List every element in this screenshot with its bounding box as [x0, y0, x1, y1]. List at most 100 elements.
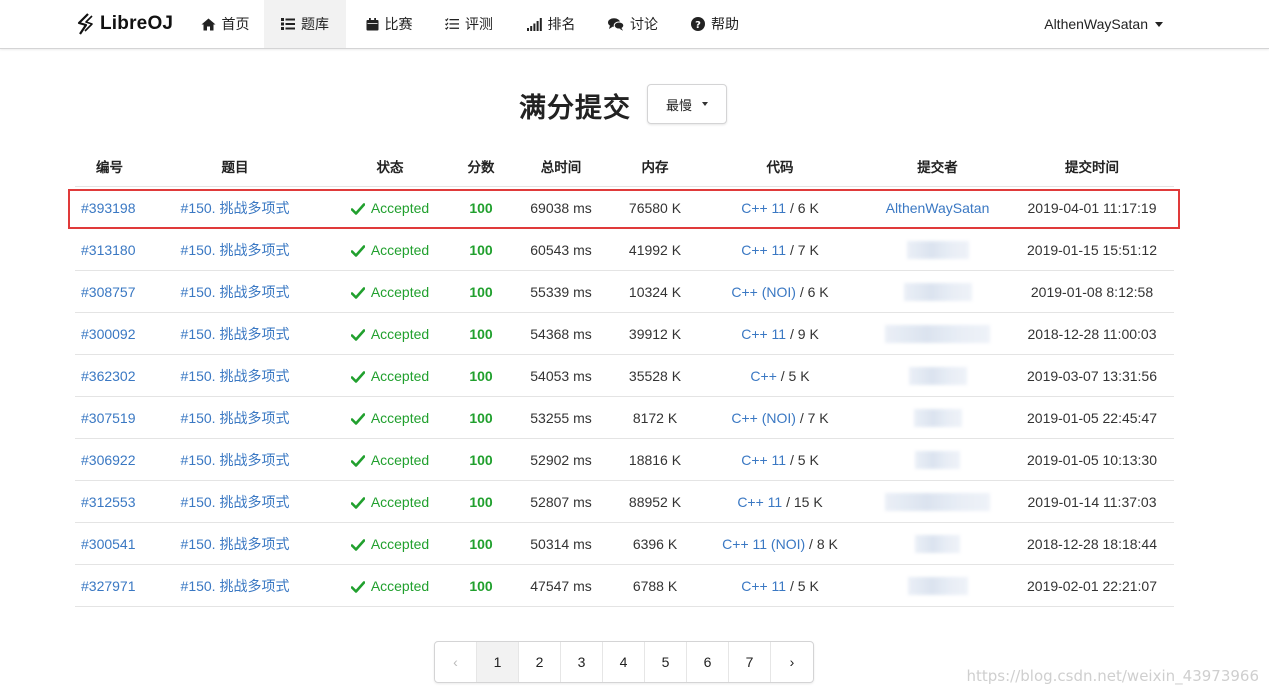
code-language-link[interactable]: C++ 11 [741, 326, 786, 342]
status-link[interactable]: Accepted [350, 326, 429, 342]
time-cell: 52807 ms [507, 480, 615, 523]
user-menu[interactable]: AlthenWaySatan [1044, 0, 1163, 48]
submission-id-cell: #300541 [75, 522, 145, 565]
pagination-page-6[interactable]: 6 [687, 642, 729, 682]
submitter-cell [865, 438, 1010, 481]
problem-link[interactable]: #150. 挑战多项式 [181, 284, 290, 300]
problem-link[interactable]: #150. 挑战多项式 [181, 326, 290, 342]
status-link[interactable]: Accepted [350, 577, 430, 594]
code-size: / 5 K [786, 451, 819, 468]
code-cell: C++ 11 / 6 K [695, 186, 865, 229]
home-icon [201, 18, 216, 31]
column-header: 提交时间 [1065, 160, 1119, 175]
status-link[interactable]: Accepted [350, 242, 429, 258]
nav-judge[interactable]: 评测 [430, 0, 508, 48]
submit-time-cell: 2019-04-01 11:17:19 [1010, 186, 1174, 229]
submission-id-cell: #313180 [75, 228, 145, 271]
submission-id-link[interactable]: #306922 [81, 452, 136, 468]
memory-value: 6788 K [632, 577, 678, 594]
submission-id-link[interactable]: #308757 [81, 284, 136, 300]
submission-id-link[interactable]: #300541 [81, 536, 136, 552]
nav-ranking[interactable]: 排名 [512, 0, 590, 48]
submit-time-cell: 2019-02-01 22:21:07 [1010, 564, 1174, 607]
redacted-submitter [903, 282, 972, 301]
submission-id-link[interactable]: #393198 [81, 200, 136, 216]
status-link[interactable]: Accepted [350, 494, 429, 510]
submission-id-link[interactable]: #313180 [81, 242, 136, 258]
problem-link[interactable]: #150. 挑战多项式 [181, 578, 290, 594]
redacted-submitter [907, 576, 968, 595]
time-cell: 55339 ms [507, 270, 615, 313]
submission-id-link[interactable]: #362302 [81, 368, 136, 384]
pagination-next-icon[interactable]: › [771, 642, 813, 682]
status-text: Accepted [370, 367, 430, 384]
status-cell: Accepted [325, 480, 455, 523]
nav-problems[interactable]: 题库 [264, 0, 346, 48]
pagination-page-5[interactable]: 5 [645, 642, 687, 682]
problem-cell: #150. 挑战多项式 [145, 228, 325, 271]
status-link[interactable]: Accepted [350, 452, 429, 468]
time-value: 69038 ms [530, 199, 592, 216]
nav-contests-label: 比赛 [384, 16, 413, 32]
score-value: 100 [469, 367, 493, 384]
status-link[interactable]: Accepted [350, 536, 429, 552]
nav-contests[interactable]: 比赛 [350, 0, 428, 48]
submission-id-link[interactable]: #327971 [81, 578, 136, 594]
submitter-cell: AlthenWaySatan [865, 186, 1010, 229]
problem-link[interactable]: #150. 挑战多项式 [181, 494, 290, 510]
code-language-link[interactable]: C++ 11 (NOI) [722, 536, 805, 552]
memory-cell: 18816 K [615, 438, 695, 481]
status-link[interactable]: Accepted [350, 200, 429, 216]
pagination-page-7[interactable]: 7 [729, 642, 771, 682]
code-language-link[interactable]: C++ [750, 368, 776, 384]
nav-home[interactable]: 首页 [186, 0, 264, 48]
code-language-link[interactable]: C++ 11 [741, 452, 786, 468]
code-language-link[interactable]: C++ (NOI) [731, 410, 796, 426]
problem-cell: #150. 挑战多项式 [145, 354, 325, 397]
problem-link[interactable]: #150. 挑战多项式 [181, 452, 290, 468]
status-link[interactable]: Accepted [350, 367, 430, 384]
status-link[interactable]: Accepted [350, 410, 429, 426]
code-language-link[interactable]: C++ (NOI) [731, 284, 796, 300]
code-language-link[interactable]: C++ 11 [741, 578, 786, 594]
status-text: Accepted [370, 577, 430, 594]
code-size: / 5 K [786, 577, 819, 594]
submission-id-link[interactable]: #312553 [81, 494, 136, 510]
column-header: 内存 [641, 160, 669, 175]
status-link[interactable]: Accepted [350, 284, 429, 300]
memory-cell: 6396 K [615, 522, 695, 565]
submit-time-cell: 2019-03-07 13:31:56 [1010, 354, 1174, 397]
problem-link[interactable]: #150. 挑战多项式 [181, 200, 290, 216]
problem-link[interactable]: #150. 挑战多项式 [181, 536, 290, 552]
code-language-link[interactable]: C++ 11 [741, 200, 786, 216]
pagination-page-2[interactable]: 2 [519, 642, 561, 682]
problem-link[interactable]: #150. 挑战多项式 [181, 368, 290, 384]
nav-discuss[interactable]: 讨论 [594, 0, 672, 48]
code-size: / 6 K [795, 283, 829, 300]
nav-help[interactable]: ? 帮助 [676, 0, 754, 48]
memory-value: 41992 K [628, 241, 682, 258]
code-cell: C++ 11 / 5 K [695, 564, 865, 607]
pagination-prev-icon[interactable]: ‹ [435, 642, 477, 682]
submit-time-cell: 2019-01-08 8:12:58 [1010, 270, 1174, 313]
submitter-link[interactable]: AlthenWaySatan [886, 200, 990, 216]
submit-time-value: 2019-01-05 22:45:47 [1027, 409, 1157, 426]
time-value: 50314 ms [530, 535, 592, 552]
sort-dropdown[interactable]: 最慢 [647, 84, 727, 124]
pagination-page-4[interactable]: 4 [603, 642, 645, 682]
pagination-page-1[interactable]: 1 [477, 642, 519, 682]
submission-id-link[interactable]: #307519 [81, 410, 136, 426]
code-language-link[interactable]: C++ 11 [741, 242, 786, 258]
pagination-page-3[interactable]: 3 [561, 642, 603, 682]
problem-link[interactable]: #150. 挑战多项式 [181, 410, 290, 426]
memory-cell: 76580 K [615, 186, 695, 229]
status-cell: Accepted [325, 438, 455, 481]
brand-logo[interactable]: LibreOJ [76, 12, 173, 36]
problem-link[interactable]: #150. 挑战多项式 [181, 242, 290, 258]
time-cell: 53255 ms [507, 396, 615, 439]
code-language-link[interactable]: C++ 11 [737, 494, 782, 510]
redacted-submitter [913, 408, 962, 427]
submissions-table: 编号 题目 状态 分数 总时间 内存 代码 提交者 提交时间 #393198 #150. 挑战多项… [75, 146, 1174, 607]
status-cell: Accepted [325, 312, 455, 355]
submission-id-link[interactable]: #300092 [81, 326, 136, 342]
